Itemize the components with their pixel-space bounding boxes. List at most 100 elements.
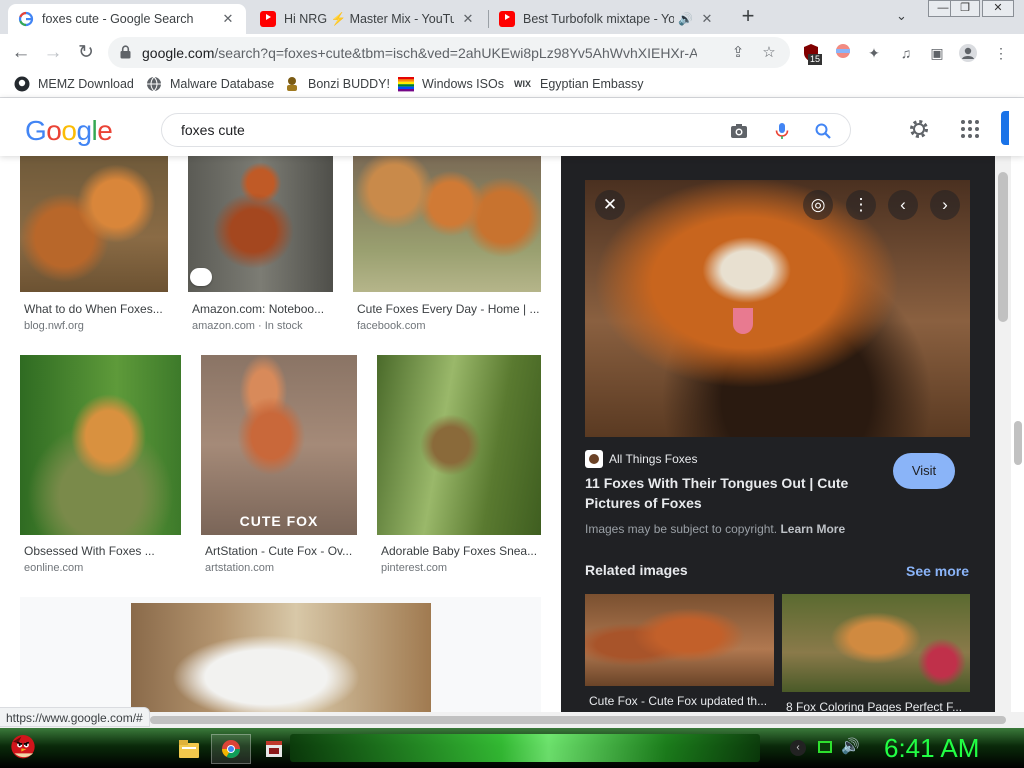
result-caption[interactable]: What to do When Foxes... [24,302,168,316]
image-result[interactable] [20,597,541,712]
result-thumbnail[interactable] [353,156,541,292]
search-box[interactable]: foxes cute [161,113,851,147]
result-source: artstation.com [205,562,275,574]
close-window-button[interactable]: ✕ [982,0,1014,17]
related-image-caption[interactable]: Cute Fox - Cute Fox updated th... [589,694,770,708]
close-tab-icon[interactable]: ✕ [460,11,476,27]
panel-scrollbar[interactable] [1011,156,1024,712]
image-result[interactable]: Cute Foxes Every Day - Home | ... facebo… [353,156,541,336]
google-logo[interactable]: Google [25,115,113,147]
horizontal-scrollbar[interactable] [0,712,1024,728]
result-thumbnail[interactable] [377,355,541,535]
vertical-scroll-thumb[interactable] [998,172,1008,322]
microphone-icon[interactable] [772,121,792,141]
url-text[interactable]: google.com/search?q=foxes+cute&tbm=isch&… [142,45,697,61]
close-preview-icon[interactable]: ✕ [595,190,625,220]
result-thumbnail[interactable] [188,156,333,292]
related-image[interactable] [585,594,774,686]
back-button[interactable]: ← [9,41,33,65]
extension-badge: 15 [808,54,823,65]
horizontal-scroll-thumb[interactable] [150,716,1006,724]
preview-source[interactable]: All Things Foxes [585,450,697,468]
bookmarks-bar: MEMZ Download Malware Database Bonzi BUD… [0,72,1024,98]
sign-in-button[interactable] [1001,111,1009,145]
chrome-taskbar-button[interactable] [211,734,251,764]
lens-search-icon[interactable]: ◎ [803,190,833,220]
close-tab-icon[interactable]: ✕ [220,11,236,27]
preview-image[interactable]: ✕ ◎ ⋮ ‹ › [585,180,970,437]
search-query[interactable]: foxes cute [181,122,245,138]
settings-gear-icon[interactable] [908,118,930,140]
network-tray-icon[interactable] [818,741,832,753]
bookmark-windows-isos[interactable]: Windows ISOs [398,76,504,92]
result-thumbnail[interactable] [20,156,168,292]
volume-tray-icon[interactable]: 🔊 [841,737,860,755]
see-more-link[interactable]: See more [906,563,969,579]
bookmark-star-icon[interactable]: ☆ [759,43,779,63]
result-source: facebook.com [357,320,426,332]
youtube-favicon-icon [260,11,276,27]
result-thumbnail[interactable] [131,603,431,712]
tab-youtube-nrg[interactable]: Hi NRG ⚡ Master Mix - YouTube ✕ [250,4,486,34]
taskbar-clock[interactable]: 6:41 AM [884,733,979,764]
related-image-caption[interactable]: 8 Fox Coloring Pages Perfect F... [786,700,966,712]
apps-grid-icon[interactable] [960,119,980,139]
result-source: amazon.com · In stock [192,320,303,332]
close-tab-icon[interactable]: ✕ [699,11,715,27]
menu-kebab-icon[interactable]: ⋮ [991,43,1011,63]
address-bar[interactable]: google.com/search?q=foxes+cute&tbm=isch&… [108,37,790,68]
new-tab-button[interactable]: + [737,5,759,28]
result-thumbnail[interactable] [20,355,181,535]
camera-search-icon[interactable] [729,121,749,141]
image-result[interactable]: What to do When Foxes... blog.nwf.org [20,156,168,336]
audio-playing-icon[interactable]: 🔊 [678,12,693,26]
tray-chevron-icon[interactable]: ‹ [790,740,806,756]
preview-title[interactable]: 11 Foxes With Their Tongues Out | Cute P… [585,473,875,513]
profile-avatar-icon[interactable] [958,43,978,63]
tab-google-search[interactable]: foxes cute - Google Search ✕ [8,4,246,34]
site-favicon-icon [585,450,603,468]
image-result[interactable]: Obsessed With Foxes ... eonline.com [20,355,182,580]
bookmark-bonzi[interactable]: Bonzi BUDDY! [284,76,390,92]
vertical-scrollbar[interactable] [995,156,1011,712]
media-control-icon[interactable]: ♫ [896,43,916,63]
result-caption[interactable]: ArtStation - Cute Fox - Ov... [205,544,357,558]
search-icon[interactable] [813,121,833,141]
result-thumbnail[interactable]: CUTE FOX [201,355,357,535]
price-tag-icon [190,268,212,286]
next-image-icon[interactable]: › [930,190,960,220]
image-result[interactable]: CUTE FOX ArtStation - Cute Fox - Ov... a… [201,355,357,580]
translate-extension-icon[interactable] [833,43,853,63]
app-taskbar-icon[interactable] [257,734,291,764]
learn-more-link[interactable]: Learn More [780,522,845,536]
bookmark-memz[interactable]: MEMZ Download [14,76,134,92]
github-icon [14,76,30,92]
forward-button[interactable]: → [41,41,65,65]
reload-button[interactable]: ↻ [74,41,98,65]
bookmark-label: MEMZ Download [38,77,134,91]
result-caption[interactable]: Amazon.com: Noteboo... [192,302,332,316]
side-panel-icon[interactable]: ▣ [927,43,947,63]
bookmark-malware-db[interactable]: Malware Database [146,76,274,92]
previous-image-icon[interactable]: ‹ [888,190,918,220]
maximize-button[interactable]: ❐ [950,0,980,17]
result-caption[interactable]: Cute Foxes Every Day - Home | ... [357,302,541,316]
bookmark-egyptian-embassy[interactable]: WIX Egyptian Embassy [514,76,644,92]
visit-button[interactable]: Visit [893,453,955,489]
tab-youtube-turbofolk[interactable]: Best Turbofolk mixtape - You 🔊 ✕ [489,4,725,34]
panel-scroll-thumb[interactable] [1014,421,1022,465]
ublock-extension-icon[interactable]: 15 [801,43,823,65]
extensions-puzzle-icon[interactable]: ✦ [864,43,884,63]
result-caption[interactable]: Obsessed With Foxes ... [24,544,182,558]
related-image[interactable] [782,594,970,692]
result-caption[interactable]: Adorable Baby Foxes Snea... [381,544,541,558]
tongue-detail [733,308,753,334]
angry-bird-start-icon[interactable] [6,730,40,760]
google-favicon-icon [18,11,34,27]
image-result[interactable]: Amazon.com: Noteboo... amazon.com · In s… [188,156,334,336]
file-explorer-icon[interactable] [172,734,206,764]
more-options-icon[interactable]: ⋮ [846,190,876,220]
tab-search-chevron-icon[interactable]: ⌄ [896,8,907,24]
share-icon[interactable]: ⇪ [728,43,748,63]
image-result[interactable]: Adorable Baby Foxes Snea... pinterest.co… [377,355,541,580]
